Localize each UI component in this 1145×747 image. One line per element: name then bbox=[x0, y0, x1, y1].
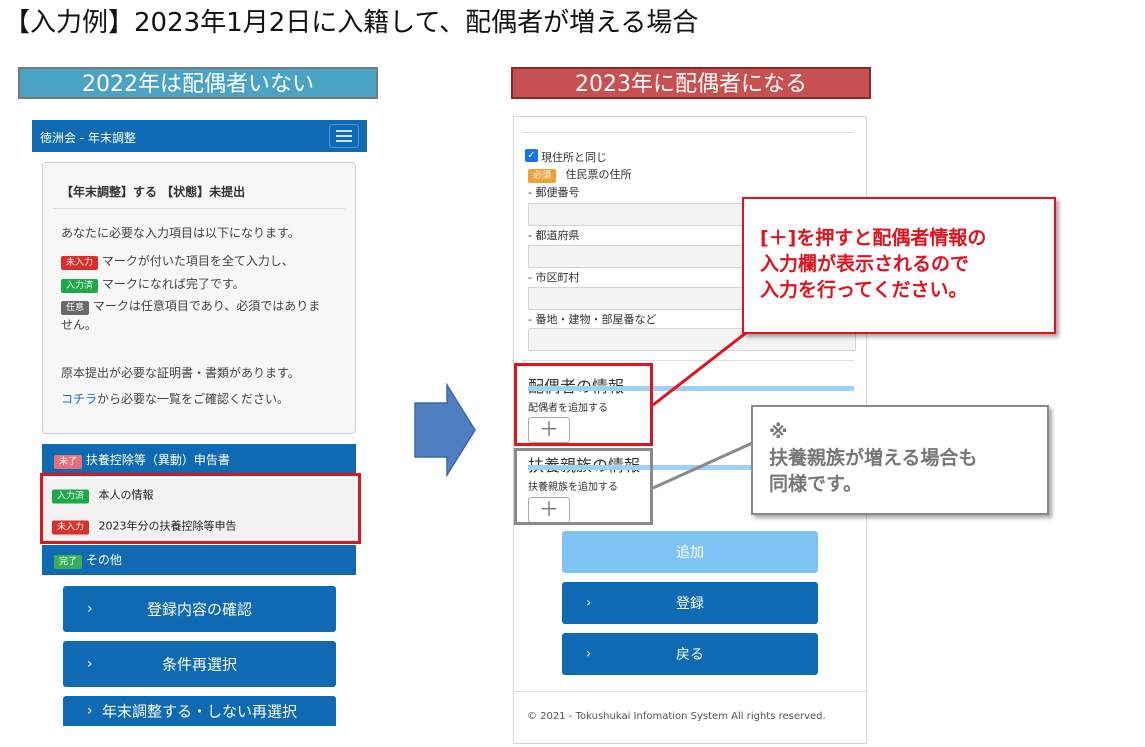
divider bbox=[522, 132, 854, 133]
badge-required: 必須 bbox=[528, 169, 557, 183]
footer-copyright: © 2021 - Tokushukai Infomation System Al… bbox=[527, 711, 826, 722]
right-arrow-icon bbox=[414, 383, 476, 477]
callout-spouse-instructions: [＋]を押すと配偶者情報の 入力欄が表示されるので 入力を行ってください。 bbox=[742, 197, 1056, 334]
hamburger-icon-line bbox=[336, 140, 352, 142]
street-label: - 番地・建物・部屋番など bbox=[528, 313, 657, 326]
highlight-box-spouse bbox=[514, 363, 653, 446]
back-button[interactable]: › 戻る bbox=[562, 633, 818, 675]
card-divider bbox=[53, 208, 345, 209]
page-heading: 【入力例】2023年1月2日に入籍して、配偶者が増える場合 bbox=[4, 8, 699, 38]
intro-text: あなたに必要な入力項目は以下になります。 bbox=[61, 226, 300, 240]
button-label: 登録内容の確認 bbox=[146, 600, 252, 619]
button-label: 登録 bbox=[676, 596, 704, 612]
reselect-adjustment-button[interactable]: › 年末調整する・しない再選択 bbox=[63, 696, 336, 726]
callout-dependents-note: ※ 扶養親族が増える場合も 同様です。 bbox=[751, 405, 1049, 515]
callout-line: 入力を行ってください。 bbox=[760, 279, 968, 301]
status-text: 【年末調整】する 【状態】未提出 bbox=[61, 185, 246, 199]
callout-line: ※ bbox=[769, 421, 788, 443]
button-label: 条件再選択 bbox=[161, 655, 237, 674]
section-other[interactable]: 完了 その他 bbox=[42, 545, 356, 575]
menu-toggle-button[interactable] bbox=[329, 124, 359, 148]
banner-before: 2022年は配偶者いない bbox=[18, 67, 378, 99]
docs-link[interactable]: コチラ bbox=[61, 392, 97, 406]
badge-entered: 入力済 bbox=[61, 279, 99, 293]
legend-optional-cont: せん。 bbox=[61, 318, 98, 332]
legend-optional: マークは任意項目であり、必須ではありま bbox=[92, 299, 321, 313]
button-label: 年末調整する・しない再選択 bbox=[101, 702, 297, 721]
postal-code-label: - 郵便番号 bbox=[528, 186, 580, 199]
divider bbox=[522, 360, 854, 361]
reselect-conditions-button[interactable]: › 条件再選択 bbox=[63, 641, 336, 687]
prefecture-label: - 都道府県 bbox=[528, 229, 580, 242]
footer-divider bbox=[514, 691, 866, 692]
callout-line: 扶養親族が増える場合も bbox=[769, 447, 978, 469]
callout-line: 入力欄が表示されるので bbox=[760, 253, 970, 275]
legend-unentered: マークが付いた項目を全て入力し、 bbox=[101, 254, 294, 268]
docs-note: 原本提出が必要な証明書・書類があります。 bbox=[61, 366, 300, 380]
section-label: 扶養控除等（異動）申告書 bbox=[85, 453, 230, 467]
same-address-checkbox[interactable]: ✓ bbox=[525, 149, 538, 162]
badge-unentered: 未入力 bbox=[61, 256, 99, 270]
legend-entered: マークになれば完了です。 bbox=[101, 277, 245, 291]
confirm-registration-button[interactable]: › 登録内容の確認 bbox=[63, 586, 336, 632]
badge-complete: 完了 bbox=[54, 555, 83, 569]
left-navbar: 徳洲会 - 年末調整 bbox=[32, 120, 367, 152]
docs-link-after: から必要な一覧をご確認ください。 bbox=[97, 392, 290, 406]
register-button[interactable]: › 登録 bbox=[562, 582, 818, 624]
badge-optional: 任意 bbox=[61, 301, 90, 315]
highlight-box-dependents bbox=[514, 448, 653, 525]
nav-title: 徳洲会 - 年末調整 bbox=[40, 131, 136, 145]
status-card: 【年末調整】する 【状態】未提出 あなたに必要な入力項目は以下になります。 未入… bbox=[42, 162, 356, 434]
section-deduction-form[interactable]: 未了 扶養控除等（異動）申告書 bbox=[42, 444, 356, 476]
same-address-label: 現住所と同じ bbox=[541, 151, 607, 164]
city-label: - 市区町村 bbox=[528, 271, 580, 284]
callout-line: [＋]を押すと配偶者情報の bbox=[760, 227, 987, 249]
button-label: 追加 bbox=[676, 545, 704, 561]
button-label: 戻る bbox=[676, 647, 704, 663]
resident-address-label: 住民票の住所 bbox=[565, 168, 632, 181]
callout-line: 同様です。 bbox=[769, 473, 863, 495]
hamburger-icon bbox=[336, 130, 352, 132]
hamburger-icon-line bbox=[336, 135, 352, 137]
badge-incomplete: 未了 bbox=[54, 455, 83, 469]
highlight-box-items bbox=[40, 473, 361, 544]
section-label: その他 bbox=[85, 553, 122, 567]
banner-after: 2023年に配偶者になる bbox=[511, 67, 871, 99]
add-button[interactable]: 追加 bbox=[562, 531, 818, 573]
